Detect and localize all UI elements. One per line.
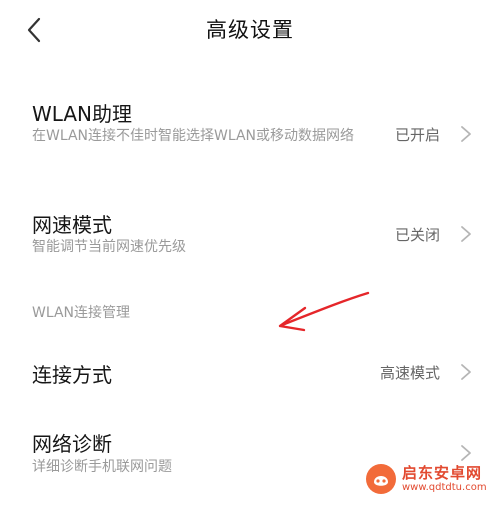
page-title: 高级设置	[206, 18, 294, 42]
watermark: 启东安卓网 www.qdtdtu.com	[364, 459, 494, 499]
row-connection-mode[interactable]: 连接方式 高速模式	[0, 345, 500, 400]
row-subtitle: 详细诊断手机联网问题	[32, 459, 172, 475]
header: 高级设置	[0, 0, 500, 60]
row-title: 连接方式	[32, 363, 112, 387]
section-label: WLAN连接管理	[32, 305, 131, 321]
row-title: 网络诊断	[32, 432, 112, 456]
row-subtitle: 在WLAN连接不佳时智能选择WLAN或移动数据网络	[32, 128, 355, 144]
row-speed-mode[interactable]: 网速模式 智能调节当前网速优先级 已关闭	[0, 200, 500, 270]
status-value: 已开启	[394, 126, 440, 144]
logo-icon	[366, 464, 396, 494]
chevron-right-icon	[461, 126, 471, 142]
chevron-right-icon	[461, 226, 471, 242]
row-wlan-assistant[interactable]: WLAN助理 在WLAN连接不佳时智能选择WLAN或移动数据网络 已开启	[0, 90, 500, 180]
status-value: 已关闭	[394, 226, 440, 244]
chevron-right-icon	[461, 364, 471, 380]
watermark-name: 启东安卓网	[402, 463, 483, 482]
watermark-url: www.qdtdtu.com	[402, 481, 487, 493]
row-title: WLAN助理	[32, 102, 133, 126]
row-title: 网速模式	[32, 213, 112, 237]
row-subtitle: 智能调节当前网速优先级	[32, 239, 186, 255]
status-value: 高速模式	[379, 364, 440, 382]
